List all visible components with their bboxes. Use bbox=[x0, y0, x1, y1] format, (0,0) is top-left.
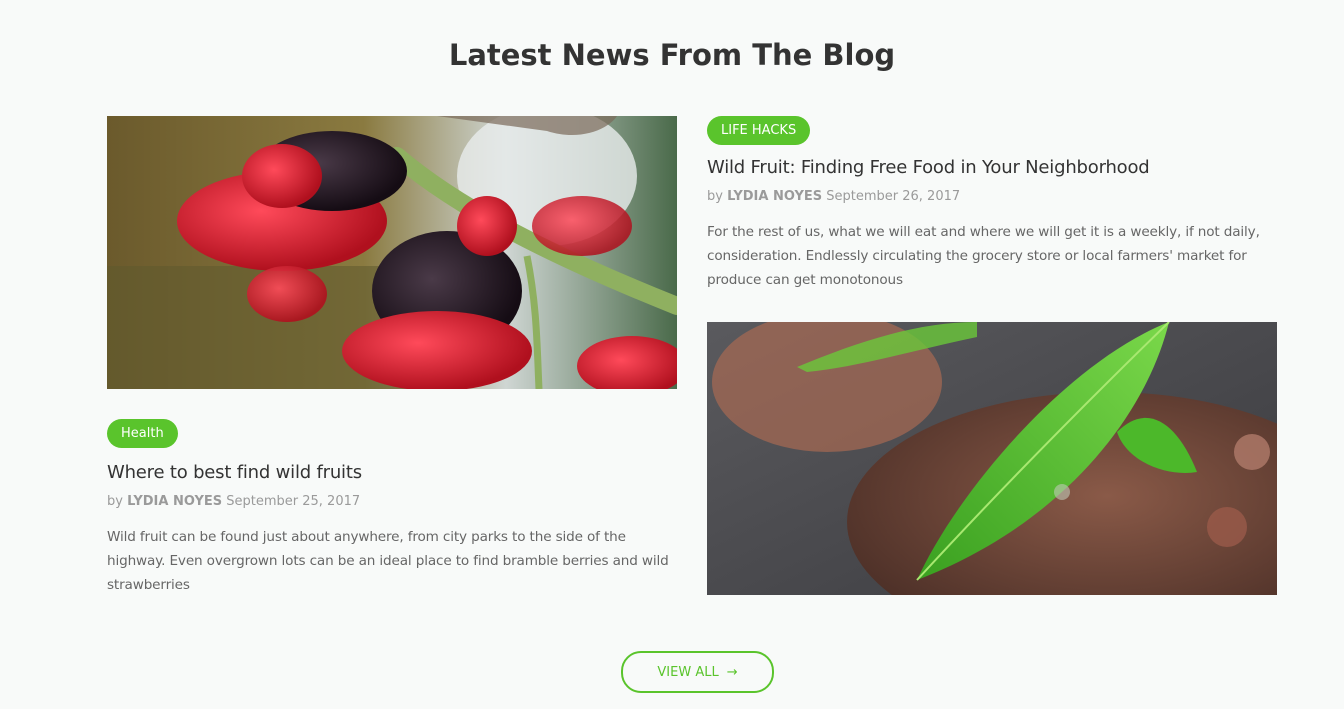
view-all-label: VIEW ALL bbox=[657, 664, 719, 680]
section-title: Latest News From The Blog bbox=[448, 38, 896, 72]
post-thumbnail-leaves[interactable] bbox=[707, 322, 1277, 595]
blog-post-card: Health Where to best find wild fruits by… bbox=[107, 116, 677, 597]
post-title[interactable]: Where to best find wild fruits bbox=[107, 462, 677, 483]
blog-post-card: LIFE HACKS Wild Fruit: Finding Free Food… bbox=[707, 116, 1277, 595]
arrow-right-icon: → bbox=[726, 664, 738, 680]
post-author[interactable]: LYDIA NOYES bbox=[727, 189, 822, 204]
leaves-on-stone-photo bbox=[707, 322, 1277, 595]
post-title[interactable]: Wild Fruit: Finding Free Food in Your Ne… bbox=[707, 157, 1277, 178]
post-date: September 25, 2017 bbox=[226, 494, 361, 509]
category-tag[interactable]: Health bbox=[107, 419, 178, 448]
post-excerpt: For the rest of us, what we will eat and… bbox=[707, 224, 1260, 288]
post-excerpt: Wild fruit can be found just about anywh… bbox=[107, 529, 669, 593]
byline-prefix: by bbox=[107, 494, 123, 509]
mulberries-photo bbox=[107, 116, 677, 389]
view-all-button[interactable]: VIEW ALL → bbox=[621, 651, 774, 693]
post-meta: by LYDIA NOYES September 26, 2017 bbox=[707, 189, 1277, 204]
post-date: September 26, 2017 bbox=[826, 189, 961, 204]
post-thumbnail-mulberries[interactable] bbox=[107, 116, 677, 389]
category-tag[interactable]: LIFE HACKS bbox=[707, 116, 811, 145]
post-meta: by LYDIA NOYES September 25, 2017 bbox=[107, 494, 677, 509]
byline-prefix: by bbox=[707, 189, 723, 204]
blog-section: Latest News From The Blog Health Where t… bbox=[0, 0, 1344, 709]
post-author[interactable]: LYDIA NOYES bbox=[127, 494, 222, 509]
